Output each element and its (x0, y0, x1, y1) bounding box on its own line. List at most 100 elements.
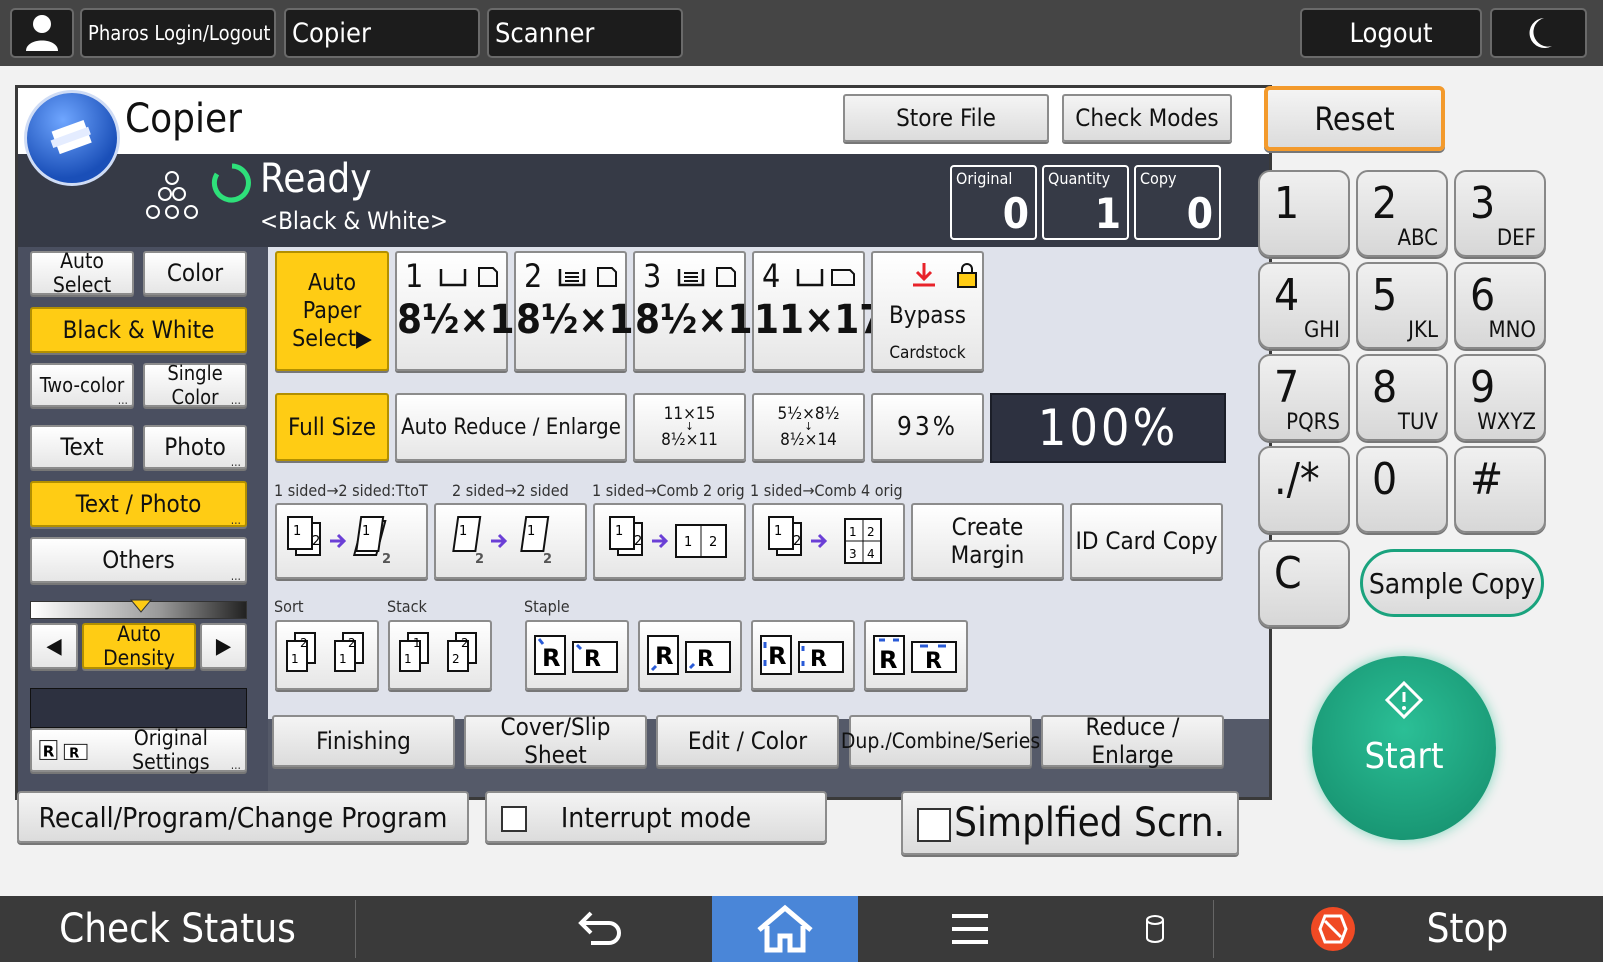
color-button[interactable]: Color (143, 251, 247, 295)
staple-left-two-icon: RR (760, 635, 844, 675)
tab-finishing[interactable]: Finishing (272, 715, 455, 767)
store-file-button[interactable]: Store File (843, 94, 1049, 142)
key-hash[interactable]: # (1454, 446, 1546, 533)
tab-cover-slip[interactable]: Cover/Slip Sheet (464, 713, 647, 769)
density-lighter-button[interactable]: ◀ (30, 623, 78, 669)
key-4[interactable]: 4 GHI (1258, 262, 1350, 349)
density-left-glyph: ◀ (46, 633, 62, 659)
staple-bottom-left-button[interactable]: RR (638, 620, 742, 690)
scanner-app-button[interactable]: Scanner (487, 8, 683, 58)
tab-dup-combine[interactable]: Dup./Combine/Series (841, 715, 1040, 767)
duplex-label-1: 1 sided→2 sided:TtoT (274, 481, 428, 500)
auto-select-button[interactable]: Auto Select (30, 249, 134, 297)
svg-text:R: R (697, 647, 714, 672)
ratio-93-button[interactable]: 93% (871, 393, 984, 461)
key-0[interactable]: 0 (1356, 446, 1448, 533)
black-white-label: Black & White (62, 316, 215, 344)
combine-2-button[interactable]: 1212 (593, 503, 746, 579)
key-8[interactable]: 8 TUV (1356, 354, 1448, 441)
key-5[interactable]: 5 JKL (1356, 262, 1448, 349)
combine-two-originals-icon: 12 1 2 (608, 516, 727, 558)
tab-reduce-enlarge[interactable]: Reduce / Enlarge (1041, 713, 1224, 769)
id-card-copy-button[interactable]: ID Card Copy (1070, 503, 1223, 579)
stop-button[interactable]: Stop (1214, 896, 1603, 962)
key-9[interactable]: 9 WXYZ (1454, 354, 1546, 441)
svg-text:R: R (43, 743, 55, 761)
key-letters: WXYZ (1477, 410, 1536, 435)
store-file-label: Store File (896, 104, 996, 132)
key-3[interactable]: 3 DEF (1454, 170, 1546, 257)
text-photo-button[interactable]: Text / Photo (30, 481, 247, 527)
home-button[interactable] (712, 896, 858, 962)
staple-top-two-button[interactable]: RR (864, 620, 968, 690)
key-digit: 7 (1274, 362, 1300, 413)
key-2[interactable]: 2 ABC (1356, 170, 1448, 257)
text-button[interactable]: Text (30, 425, 134, 469)
duplex-2to2-button[interactable]: 1212 (434, 503, 587, 579)
single-color-label: Single Color (167, 361, 223, 409)
tray-1-button[interactable]: 1 8½×11 (395, 251, 540, 371)
user-button[interactable] (10, 8, 74, 58)
density-darker-button[interactable]: ▶ (200, 623, 247, 669)
staple-left-two-button[interactable]: RR (751, 620, 855, 690)
tray-2-button[interactable]: 2 8½×11 (514, 251, 659, 371)
menu-button[interactable] (910, 896, 1030, 962)
key-clear[interactable]: C (1258, 540, 1350, 627)
combine-4-button[interactable]: 121234 (752, 503, 905, 579)
home-icon (757, 904, 813, 953)
auto-paper-select-label: Auto Paper Select▶ (292, 270, 372, 352)
pharos-login-button[interactable]: Pharos Login/Logout (80, 8, 276, 58)
svg-text:2: 2 (452, 652, 460, 666)
check-modes-button[interactable]: Check Modes (1062, 94, 1232, 142)
ratio-preset-2-button[interactable]: 5½×8½ ↓ 8½×14 (752, 393, 865, 461)
status-text: Ready (260, 156, 372, 202)
duplex-1to2-button[interactable]: 1212 (275, 503, 428, 579)
text-photo-label: Text / Photo (75, 490, 202, 518)
ratio-preset-1-button[interactable]: 11×15 ↓ 8½×11 (633, 393, 746, 461)
key-1[interactable]: 1 (1258, 170, 1350, 257)
sort-button[interactable]: 2121 (275, 620, 379, 690)
svg-text:R: R (879, 646, 897, 674)
key-6[interactable]: 6 MNO (1454, 262, 1546, 349)
menu-icon (952, 914, 988, 944)
back-button[interactable] (540, 896, 660, 962)
page-title: Copier (125, 96, 242, 142)
logout-button[interactable]: Logout (1300, 8, 1482, 58)
check-status-button[interactable]: Check Status (0, 896, 355, 962)
auto-density-button[interactable]: Auto Density (82, 622, 196, 670)
interrupt-mode-button[interactable]: Interrupt mode (485, 791, 827, 843)
start-button[interactable]: Start (1312, 656, 1496, 840)
others-button[interactable]: Others (30, 537, 247, 583)
full-size-button[interactable]: Full Size (275, 393, 389, 461)
staple-top-left-button[interactable]: RR (525, 620, 629, 690)
two-color-button[interactable]: Two-color (30, 363, 134, 407)
simplified-screen-button[interactable]: Simplfied Scrn. (901, 791, 1239, 855)
tray-4-button[interactable]: 4 11×17 (752, 251, 884, 371)
key-dot-star[interactable]: ./* (1258, 446, 1350, 533)
black-white-button[interactable]: Black & White (30, 307, 247, 353)
night-mode-button[interactable] (1490, 8, 1587, 58)
recall-program-button[interactable]: Recall/Program/Change Program (17, 791, 469, 843)
tray-3-button[interactable]: 3 8½×11 (633, 251, 778, 371)
pharos-login-label: Pharos Login/Logout (88, 21, 271, 45)
tray-landscape-icon (796, 269, 855, 287)
svg-text:R: R (768, 642, 786, 670)
stack-button[interactable]: 11 22 (388, 620, 492, 690)
photo-button[interactable]: Photo (143, 425, 247, 469)
sample-copy-button[interactable]: Sample Copy (1360, 549, 1544, 617)
tab-edit-color[interactable]: Edit / Color (656, 715, 839, 767)
id-card-copy-label: ID Card Copy (1075, 527, 1218, 555)
key-7[interactable]: 7 PQRS (1258, 354, 1350, 441)
original-settings-button[interactable]: RR Original Settings (30, 726, 247, 774)
footer-divider (355, 900, 356, 958)
stop-icon (1310, 907, 1355, 951)
single-color-button[interactable]: Single Color (143, 361, 247, 409)
original-orientation-icon: RR (39, 740, 88, 762)
auto-reduce-enlarge-button[interactable]: Auto Reduce / Enlarge (395, 393, 627, 461)
create-margin-button[interactable]: Create Margin (911, 503, 1064, 579)
reset-button[interactable]: Reset (1264, 86, 1445, 151)
simplified-screen-label: Simplfied Scrn. (954, 800, 1225, 846)
copier-app-button[interactable]: Copier (284, 8, 480, 58)
auto-paper-select-button[interactable]: Auto Paper Select▶ (275, 251, 389, 371)
bypass-tray-button[interactable]: Bypass Cardstock (871, 251, 984, 371)
